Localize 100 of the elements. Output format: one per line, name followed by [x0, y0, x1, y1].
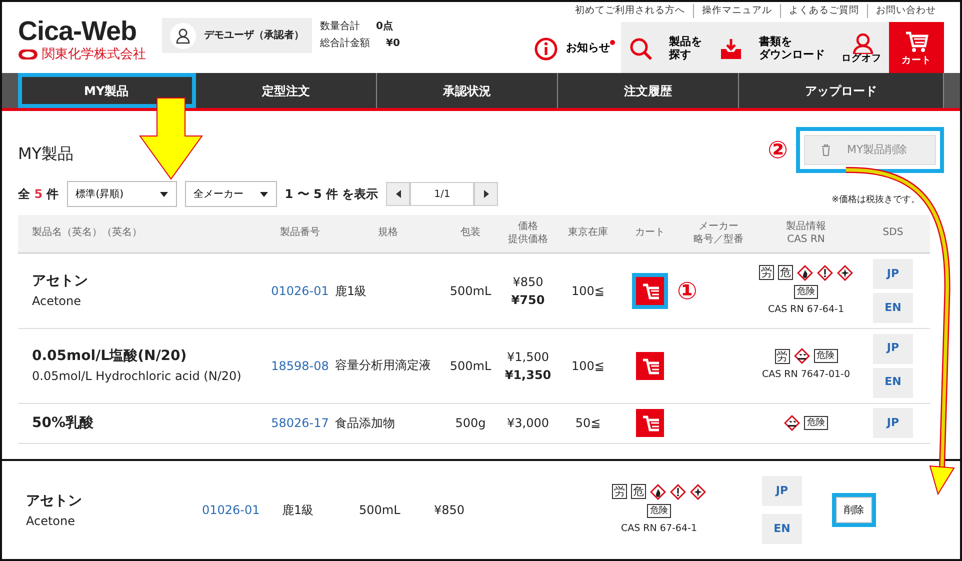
- package-cell: 500g: [442, 403, 499, 443]
- column-header: 規格: [334, 215, 442, 253]
- add-to-cart-button[interactable]: [636, 352, 664, 380]
- logo-wordmark: Cica-Web: [18, 18, 138, 45]
- signal-word: 危険: [804, 416, 828, 430]
- product-name: 0.05mol/L塩酸(N/20): [32, 347, 188, 366]
- package-cell: 500mL: [442, 253, 499, 328]
- flame-diamond-icon: [797, 264, 813, 281]
- product-number-link[interactable]: 18598-08: [266, 328, 334, 403]
- next-page-button[interactable]: [474, 182, 498, 206]
- tax-note: ※価格は税抜きです。: [831, 194, 920, 206]
- product-number-link[interactable]: 01026-01: [266, 253, 334, 328]
- price-text: ¥850: [434, 503, 465, 517]
- callout-number: ②: [768, 138, 788, 162]
- cart-icon: [641, 356, 659, 374]
- cart-icon: [641, 414, 659, 432]
- sds-button[interactable]: JP: [762, 476, 802, 506]
- oval-logo-icon: [18, 49, 38, 60]
- corrosion-diamond-icon: [794, 348, 810, 364]
- flame-diamond-icon: [650, 484, 666, 500]
- column-header: カート: [619, 215, 681, 253]
- header-link[interactable]: よくあるご質問: [780, 4, 867, 18]
- offer-price: ¥1,350: [504, 366, 552, 384]
- caret-icon: [160, 192, 168, 196]
- product-name-english: 0.05mol/L Hydrochloric acid (N/20): [32, 368, 242, 385]
- range-text: 1 〜 5 件 を表示: [284, 186, 378, 203]
- sds-button[interactable]: JP: [873, 334, 913, 364]
- right-arrow-icon: [484, 190, 489, 198]
- total-label: 数量合計: [320, 20, 360, 34]
- product-number-link[interactable]: 01026-01: [202, 503, 260, 517]
- header-link[interactable]: 操作マニュアル: [693, 4, 780, 18]
- sds-button[interactable]: JP: [873, 258, 913, 289]
- product-name-english: Acetone: [32, 293, 82, 310]
- column-header: 製品名（英名）（英名）: [18, 215, 266, 253]
- column-header: 東京在庫: [557, 215, 619, 253]
- add-to-cart-button[interactable]: [636, 409, 664, 437]
- person-icon: [850, 32, 872, 54]
- trash-icon: [821, 144, 831, 156]
- download-button[interactable]: 書類を ダウンロード: [711, 22, 834, 76]
- info-icon: [534, 36, 558, 61]
- header-link[interactable]: お問い合わせ: [867, 4, 944, 18]
- logoff-button[interactable]: ログオフ: [834, 22, 889, 76]
- kanji-mark: 危: [631, 484, 646, 500]
- search-icon: [629, 36, 653, 61]
- product-name: 50%乳酸: [32, 414, 95, 432]
- column-header: メーカー 略号／型番: [681, 215, 756, 253]
- signal-word: 危険: [814, 349, 838, 364]
- add-to-cart-button[interactable]: [636, 276, 664, 305]
- package-cell: 500mL: [442, 328, 499, 403]
- result-count: 全 5 件: [18, 186, 59, 203]
- cart-button[interactable]: カート: [889, 22, 944, 76]
- signal-word: 危険: [794, 284, 818, 299]
- total-value: ¥0: [386, 37, 400, 51]
- cart-icon: [641, 282, 659, 300]
- column-header: 価格 提供価格: [499, 215, 557, 253]
- callout-number: ①: [677, 278, 698, 303]
- spec-text: 鹿1級: [282, 503, 314, 517]
- column-header: 製品番号: [266, 215, 334, 253]
- cas-number: CAS RN 7647-01-0: [760, 368, 852, 382]
- list-price: ¥850: [512, 274, 544, 291]
- package-text: 500mL: [359, 503, 400, 517]
- user-name: デモユーザ（承認者）: [204, 28, 304, 43]
- search-button[interactable]: 製品を 探す: [621, 22, 711, 76]
- kanji-mark: 労: [612, 484, 627, 500]
- product-name: アセトン: [26, 492, 83, 510]
- offer-price: ¥750: [510, 292, 546, 309]
- column-header: SDS: [856, 215, 930, 253]
- left-arrow-icon: [396, 190, 401, 198]
- caret-icon: [260, 192, 268, 196]
- maker-select[interactable]: 全メーカー: [184, 181, 277, 207]
- header-link[interactable]: 初めてご利用される方へ: [567, 4, 693, 18]
- kanji-mark: 労: [759, 265, 774, 280]
- spec-cell: 食品添加物: [334, 403, 442, 443]
- delete-button[interactable]: 削除: [836, 497, 872, 523]
- exclamation-diamond-icon: [670, 484, 686, 500]
- nav-tab[interactable]: 定型注文: [196, 73, 377, 108]
- sds-button[interactable]: EN: [762, 514, 802, 544]
- prev-page-button[interactable]: [386, 182, 410, 206]
- cas-number: CAS RN 67-64-1: [620, 522, 698, 536]
- person-icon: [176, 28, 190, 44]
- column-header: 製品情報 CAS RN: [756, 215, 856, 253]
- page-field[interactable]: 1/1: [410, 182, 474, 206]
- column-header: 包装: [442, 215, 499, 253]
- product-name-english: Acetone: [26, 512, 76, 530]
- signal-word: 危険: [647, 504, 671, 518]
- cas-number: CAS RN 67-64-1: [767, 302, 845, 317]
- nav-tab[interactable]: MY製品: [18, 73, 196, 108]
- nav-tab[interactable]: 承認状況: [376, 73, 558, 108]
- stock-cell: 50≦: [557, 403, 619, 443]
- sds-button[interactable]: EN: [873, 368, 913, 398]
- page-title: MY製品: [18, 143, 74, 165]
- stock-cell: 100≦: [557, 328, 619, 403]
- sds-button[interactable]: JP: [873, 408, 913, 438]
- kanji-mark: 労: [774, 348, 790, 364]
- sds-button[interactable]: EN: [873, 292, 913, 323]
- product-number-link[interactable]: 58026-17: [266, 403, 334, 443]
- company-name: 関東化学株式会社: [42, 46, 146, 64]
- sort-select[interactable]: 標準(昇順): [66, 181, 177, 207]
- nav-tab[interactable]: 注文履歴: [558, 73, 739, 108]
- nav-tab[interactable]: アップロード: [738, 73, 944, 108]
